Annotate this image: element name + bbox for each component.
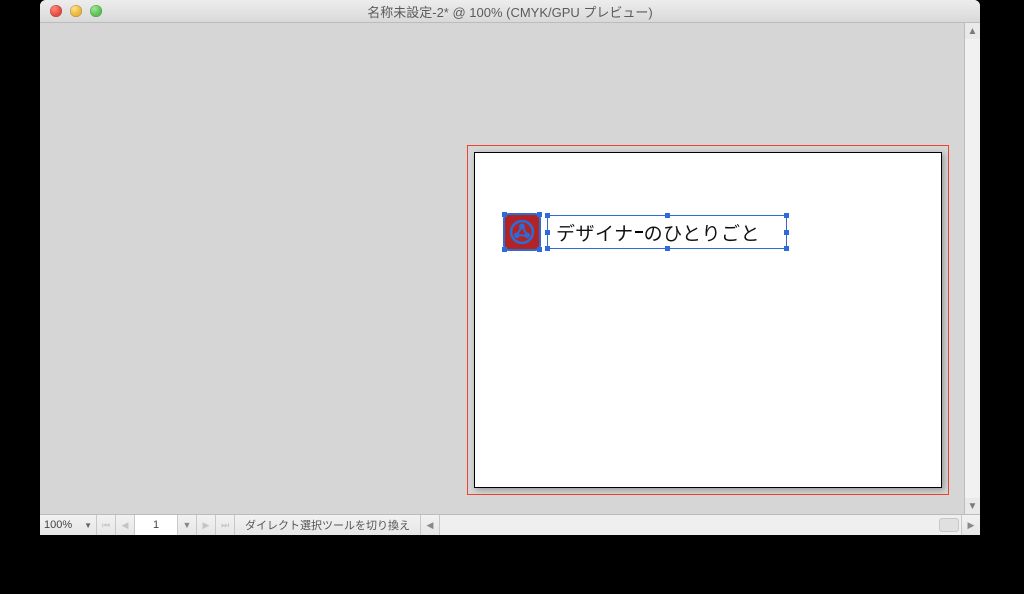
maximize-icon[interactable] bbox=[90, 5, 102, 17]
window-controls bbox=[50, 5, 102, 17]
horizontal-scrollbar[interactable] bbox=[440, 515, 962, 535]
page-number-input[interactable]: 1 bbox=[135, 515, 178, 535]
selection-handle-icon[interactable] bbox=[784, 213, 789, 218]
artboard-bleed-outline: デザイナのひとりごと bbox=[467, 145, 949, 495]
selection-handle-icon[interactable] bbox=[537, 247, 542, 252]
minimize-icon[interactable] bbox=[70, 5, 82, 17]
text-object-content-pre: デザイナ bbox=[556, 219, 634, 246]
prev-page-button[interactable]: ◀ bbox=[116, 515, 135, 535]
selection-handle-icon[interactable] bbox=[537, 212, 542, 217]
scroll-right-icon[interactable]: ▶ bbox=[962, 515, 980, 535]
canvas-area[interactable]: デザイナのひとりごと ▲ ▼ bbox=[40, 23, 980, 514]
chevron-down-icon: ▼ bbox=[183, 520, 192, 530]
logo-object[interactable] bbox=[505, 215, 539, 249]
text-object[interactable]: デザイナのひとりごと bbox=[547, 215, 787, 249]
first-page-button[interactable]: ⏮ bbox=[97, 515, 116, 535]
vertical-scrollbar[interactable]: ▲ ▼ bbox=[964, 23, 980, 514]
close-icon[interactable] bbox=[50, 5, 62, 17]
chevron-down-icon[interactable]: ▼ bbox=[84, 521, 92, 530]
selection-handle-icon[interactable] bbox=[784, 246, 789, 251]
page-dropdown-button[interactable]: ▼ bbox=[178, 515, 197, 535]
text-cursor-icon bbox=[635, 231, 643, 233]
selection-handle-icon[interactable] bbox=[545, 213, 550, 218]
selection-handle-icon[interactable] bbox=[665, 213, 670, 218]
selection-handle-icon[interactable] bbox=[502, 247, 507, 252]
selection-handle-icon[interactable] bbox=[784, 230, 789, 235]
status-bar: 100% ▼ ⏮ ◀ 1 ▼ ▶ ⏭ ダイレクト選択ツールを切り換え ◀ ▶ bbox=[40, 514, 980, 535]
selection-handle-icon[interactable] bbox=[502, 212, 507, 217]
tool-hint: ダイレクト選択ツールを切り換え bbox=[235, 515, 421, 535]
scroll-left-icon[interactable]: ◀ bbox=[421, 515, 440, 535]
zoom-value: 100% bbox=[44, 519, 72, 531]
scroll-track[interactable] bbox=[965, 39, 980, 498]
zoom-level[interactable]: 100% ▼ bbox=[40, 515, 97, 535]
document-window: 名称未設定-2* @ 100% (CMYK/GPU プレビュー) bbox=[40, 0, 980, 535]
scroll-down-icon[interactable]: ▼ bbox=[965, 498, 980, 514]
selection-handle-icon[interactable] bbox=[665, 246, 670, 251]
titlebar[interactable]: 名称未設定-2* @ 100% (CMYK/GPU プレビュー) bbox=[40, 0, 980, 23]
text-object-content-post: のひとりごと bbox=[644, 219, 760, 246]
last-page-button[interactable]: ⏭ bbox=[216, 515, 235, 535]
page-number: 1 bbox=[153, 519, 159, 531]
artboard[interactable]: デザイナのひとりごと bbox=[474, 152, 942, 488]
next-page-button[interactable]: ▶ bbox=[197, 515, 216, 535]
window-title: 名称未設定-2* @ 100% (CMYK/GPU プレビュー) bbox=[40, 2, 980, 21]
logo-icon bbox=[509, 219, 535, 245]
selection-handle-icon[interactable] bbox=[545, 230, 550, 235]
selection-handle-icon[interactable] bbox=[545, 246, 550, 251]
scroll-up-icon[interactable]: ▲ bbox=[965, 23, 980, 39]
